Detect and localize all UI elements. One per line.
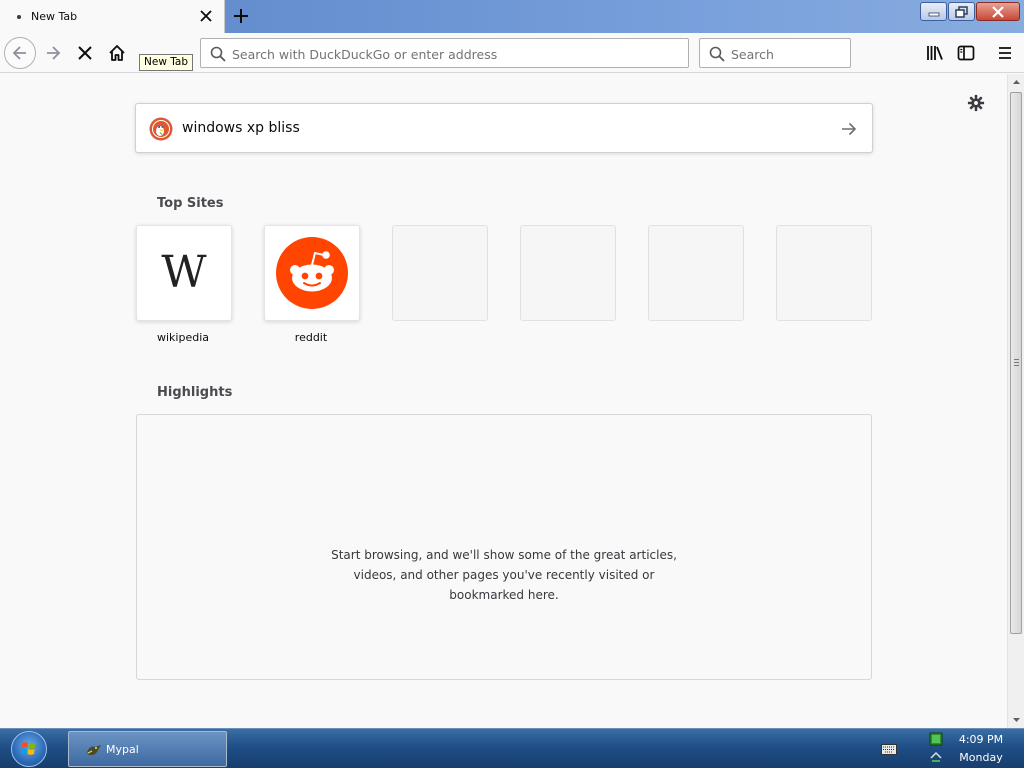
mypal-icon <box>87 745 101 756</box>
clock-day[interactable]: Monday <box>940 751 1022 764</box>
highlights-message-line: bookmarked here. <box>449 588 559 602</box>
vertical-scrollbar[interactable] <box>1007 74 1024 728</box>
search-icon <box>210 46 226 62</box>
forward-icon <box>47 46 61 60</box>
highlights-message-line: videos, and other pages you've recently … <box>353 568 655 582</box>
reddit-logo-icon <box>276 237 348 309</box>
search-bar[interactable] <box>699 38 851 68</box>
restore-icon <box>955 5 968 18</box>
library-button[interactable] <box>920 38 950 68</box>
title-bar: New Tab <box>0 0 1024 33</box>
empty-top-site-tile[interactable] <box>648 225 744 321</box>
empty-top-site-tile[interactable] <box>776 225 872 321</box>
minimize-icon <box>928 12 939 16</box>
top-sites-title: Top Sites <box>157 196 224 211</box>
menu-button[interactable] <box>990 38 1020 68</box>
top-site-tile[interactable] <box>264 225 360 321</box>
loading-dot-icon <box>17 15 21 19</box>
taskbar-item-label: Mypal <box>106 743 139 756</box>
scroll-down-arrow-icon[interactable] <box>1008 711 1024 728</box>
taskbar-item-mypal[interactable]: Mypal <box>68 731 227 767</box>
forward-button[interactable] <box>38 38 68 68</box>
home-icon <box>109 45 125 61</box>
keyboard-icon[interactable] <box>881 744 897 755</box>
windows-logo-icon <box>20 742 36 755</box>
window-controls <box>920 2 1020 21</box>
url-bar[interactable] <box>200 38 689 68</box>
wikipedia-logo: W <box>161 247 207 298</box>
sidebar-button[interactable] <box>951 38 981 68</box>
new-tab-button[interactable] <box>230 5 252 27</box>
scrollbar-thumb[interactable] <box>1010 92 1022 634</box>
tab-new-tab[interactable]: New Tab <box>0 0 225 33</box>
tab-title: New Tab <box>31 10 78 23</box>
highlights-panel: Start browsing, and we'll show some of t… <box>136 414 872 680</box>
tooltip: New Tab <box>139 54 194 71</box>
arrow-right-icon[interactable] <box>840 120 858 138</box>
restore-button[interactable] <box>948 2 975 21</box>
clock-time[interactable]: 4:09 PM <box>940 733 1022 746</box>
highlights-empty-message: Start browsing, and we'll show some of t… <box>137 545 871 605</box>
highlights-title: Highlights <box>157 385 233 400</box>
top-site-label: wikipedia <box>156 331 209 344</box>
stop-button[interactable] <box>70 38 100 68</box>
settings-gear-icon[interactable] <box>967 94 985 112</box>
back-button[interactable] <box>4 37 36 69</box>
library-icon <box>927 46 943 60</box>
scroll-up-arrow-icon[interactable] <box>1008 74 1024 91</box>
top-site-tile[interactable]: W <box>136 225 232 321</box>
url-input[interactable] <box>232 45 672 63</box>
search-query-text: windows xp bliss <box>182 120 300 136</box>
search-input[interactable] <box>731 45 841 63</box>
empty-top-site-tile[interactable] <box>392 225 488 321</box>
back-icon <box>12 46 26 60</box>
search-icon <box>709 46 725 62</box>
start-button[interactable] <box>11 731 47 767</box>
highlights-message-line: Start browsing, and we'll show some of t… <box>331 548 677 562</box>
stop-icon <box>78 46 92 60</box>
scrollbar-grip <box>1014 359 1019 366</box>
minimize-button[interactable] <box>920 2 947 21</box>
close-button[interactable] <box>976 2 1020 21</box>
sidebar-icon <box>957 45 975 61</box>
menu-icon <box>999 47 1011 59</box>
home-button[interactable] <box>102 38 132 68</box>
top-site-label: reddit <box>294 331 328 344</box>
empty-top-site-tile[interactable] <box>520 225 616 321</box>
duckduckgo-icon <box>149 117 173 141</box>
tab-close-icon[interactable] <box>197 7 215 25</box>
close-icon <box>992 5 1004 18</box>
taskbar: Mypal 4:09 PM Monday <box>0 728 1024 768</box>
page-search-box[interactable]: windows xp bliss <box>135 103 873 153</box>
